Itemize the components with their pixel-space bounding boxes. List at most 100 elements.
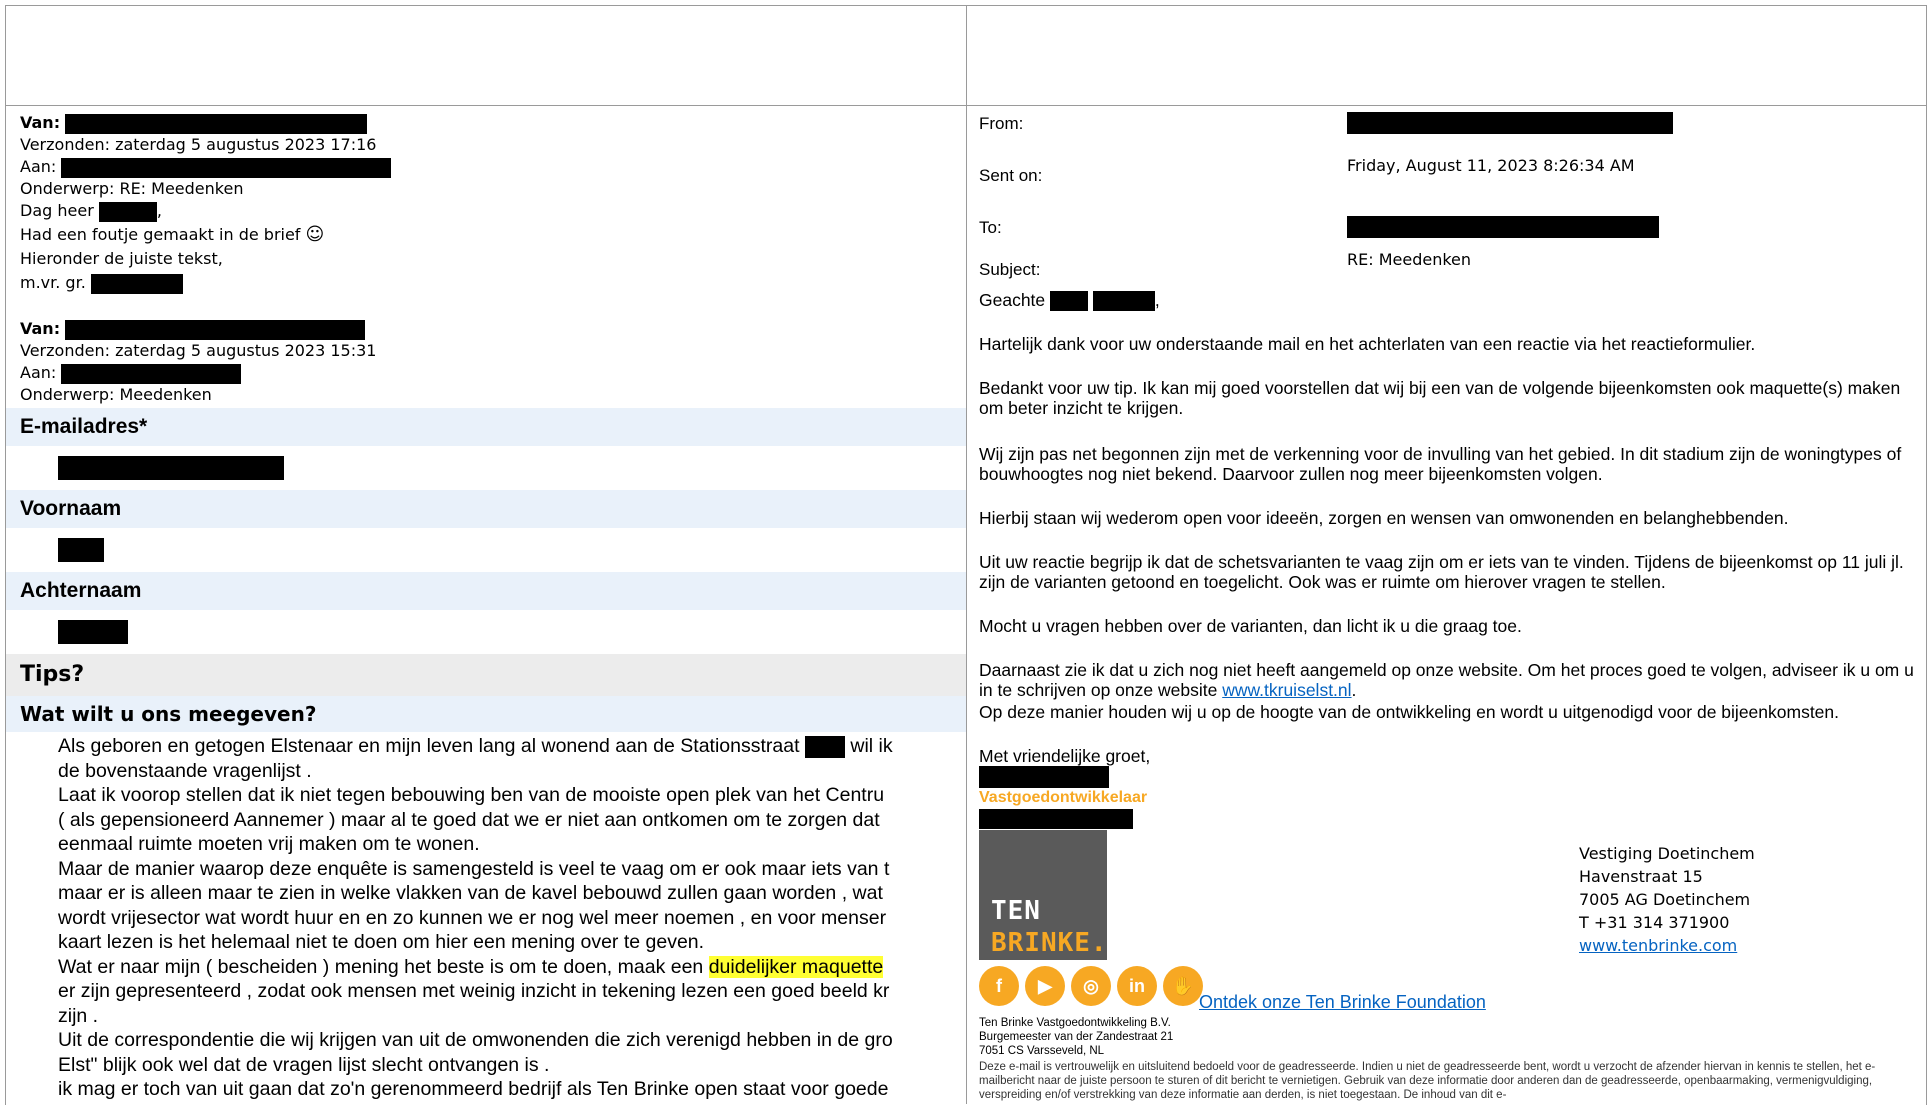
logo-text: BRINKE.: [991, 928, 1108, 958]
mail2-subject: Onderwerp: Meedenken: [20, 385, 212, 404]
paragraph: Mocht u vragen hebben over de varianten,…: [979, 616, 1522, 636]
paragraph: Daarnaast zie ik dat u zich nog niet hee…: [979, 660, 1919, 700]
redacted-signature: [90, 273, 183, 294]
firstname-label: Voornaam: [6, 490, 966, 528]
disclaimer: Deze e-mail is vertrouwelijk en uitsluit…: [979, 1061, 1876, 1101]
address-line: 7005 AG Doetinchem: [1579, 890, 1751, 909]
subject-label: Subject:: [979, 260, 1041, 279]
redacted-name: [98, 201, 157, 222]
mail1-sent: Verzonden: zaterdag 5 augustus 2023 17:1…: [20, 135, 377, 154]
paragraph: Hartelijk dank voor uw onderstaande mail…: [979, 334, 1756, 354]
right-column: From: Sent on: Friday, August 11, 2023 8…: [967, 106, 1927, 1104]
signature-extra: [979, 808, 1133, 829]
office-address: Vestiging Doetinchem Havenstraat 15 7005…: [1579, 842, 1755, 957]
redacted-recipient: [1347, 216, 1659, 238]
comment-line-part: wil ik: [850, 735, 893, 757]
mail1-subject: Onderwerp: RE: Meedenken: [20, 179, 244, 198]
redacted-email: [58, 456, 284, 480]
comment-line: Uit de correspondentie die wij krijgen v…: [58, 1029, 893, 1051]
salutation: Geachte ,: [979, 290, 1160, 312]
comment-line: Laat ik voorop stellen dat ik niet tegen…: [58, 784, 885, 806]
from-label: Van:: [20, 113, 61, 132]
company-line: 7051 CS Varsseveld, NL: [979, 1045, 1105, 1057]
to-label: Aan:: [20, 157, 57, 176]
role-title: Vastgoedontwikkelaar: [979, 789, 1148, 806]
facebook-icon[interactable]: f: [979, 966, 1019, 1006]
subject-value: RE: Meedenken: [1347, 250, 1472, 269]
redacted-sender: [1347, 112, 1673, 134]
paragraph: Hierbij staan wij wederom open voor idee…: [979, 508, 1789, 528]
wink-emoji-icon: ☺: [305, 224, 325, 245]
comment-line: Maar de manier waarop deze enquête is sa…: [58, 857, 890, 880]
paragraph-text: Daarnaast zie ik dat u zich nog niet hee…: [979, 660, 1914, 700]
tips-heading: Tips?: [6, 654, 966, 696]
firstname-value: [58, 538, 104, 562]
from-label: From:: [979, 114, 1024, 133]
logo-text: TEN: [991, 896, 1041, 926]
ten-brinke-logo: TEN BRINKE.: [979, 830, 1107, 960]
foundation-link[interactable]: Ontdek onze Ten Brinke Foundation: [1199, 992, 1486, 1013]
comment-line-part: Wat er naar mijn ( bescheiden ) mening h…: [58, 955, 704, 978]
address-line: Vestiging Doetinchem: [1579, 844, 1755, 863]
email-label: E-mailadres*: [6, 408, 966, 446]
sent-label: Sent on:: [979, 166, 1043, 185]
to-value: [1347, 216, 1659, 238]
from-label: Van:: [20, 319, 61, 338]
mail1-closing: m.vr. gr.: [20, 272, 183, 294]
mail1-from: Van:: [20, 112, 368, 134]
comment-line-part: Als geboren en getogen Elstenaar en mijn…: [58, 735, 800, 757]
company-line: Ten Brinke Vastgoedontwikkeling B.V.: [979, 1017, 1171, 1029]
email-value: [58, 456, 284, 480]
website-link[interactable]: www.tkruiselst.nl: [1222, 680, 1351, 700]
highlighted-text: duidelijker maquette: [708, 955, 884, 978]
redacted-sender: [65, 319, 366, 340]
to-label: To:: [979, 218, 1002, 237]
question-label: Wat wilt u ons meegeven?: [6, 696, 966, 732]
line1-text: Had een foutje gemaakt in de brief: [20, 225, 301, 244]
company-line: Burgemeester van der Zandestraat 21: [979, 1031, 1174, 1043]
redacted-lastname: [58, 620, 128, 644]
paragraph: Op deze manier houden wij u op de hoogte…: [979, 702, 1840, 722]
closing-text: m.vr. gr.: [20, 273, 86, 292]
paragraph: Uit uw reactie begrijp ik dat de schetsv…: [979, 552, 1904, 592]
instagram-icon[interactable]: ◎: [1071, 966, 1111, 1006]
sent-value: Friday, August 11, 2023 8:26:34 AM: [1347, 156, 1635, 175]
signature-name: [979, 766, 1109, 788]
youtube-icon[interactable]: ▶: [1025, 966, 1065, 1006]
comment-line: ik mag er toch van uit gaan dat zo'n ger…: [58, 1078, 889, 1100]
mail2-from: Van:: [20, 318, 366, 340]
from-value: [1347, 112, 1673, 134]
redacted-recipient: [61, 157, 392, 178]
comment-line: eenmaal ruimte moeten vrij maken om te w…: [58, 833, 480, 855]
regards: Met vriendelijke groet,: [979, 746, 1151, 766]
greeting-text: Dag heer: [20, 201, 94, 220]
foundation-icon[interactable]: ✋: [1163, 966, 1203, 1006]
to-label: Aan:: [20, 363, 57, 382]
lastname-label: Achternaam: [6, 572, 966, 610]
comment-line: ( als gepensioneerd Aannemer ) maar al t…: [58, 808, 880, 831]
mail2-to: Aan:: [20, 362, 242, 384]
redacted-contact: [979, 808, 1133, 829]
redacted-firstname: [58, 538, 104, 562]
redacted-recipient: [61, 363, 242, 384]
redacted-sender: [65, 113, 368, 134]
redacted-title: [1050, 291, 1089, 312]
comment-line: Als geboren en getogen Elstenaar en mijn…: [58, 734, 958, 759]
comment-line: maar er is alleen maar te zien in welke …: [58, 882, 883, 904]
comment-line: zijn .: [58, 1004, 99, 1027]
comment-line: de bovenstaande vragenlijst .: [58, 759, 312, 782]
paragraph: Wij zijn pas net begonnen zijn met de ve…: [979, 444, 1902, 484]
phone: T +31 314 371900: [1579, 913, 1730, 932]
redacted-signature: [979, 766, 1109, 788]
linkedin-icon[interactable]: in: [1117, 966, 1157, 1006]
comment-line: Wat er naar mijn ( bescheiden ) mening h…: [58, 955, 958, 980]
paragraph: Bedankt voor uw tip. Ik kan mij goed voo…: [979, 378, 1901, 418]
lastname-value: [58, 620, 128, 644]
comment-line: er zijn gepresenteerd , zodat ook mensen…: [58, 980, 890, 1002]
comment-line: Elst" blijk ook wel dat de vragen lijst …: [58, 1053, 550, 1076]
paragraph-text: .: [1351, 680, 1357, 700]
website-link[interactable]: www.tenbrinke.com: [1579, 934, 1755, 957]
left-column: Van: Verzonden: zaterdag 5 augustus 2023…: [6, 106, 966, 1104]
mail1-to: Aan:: [20, 156, 392, 178]
company-details: Ten Brinke Vastgoedontwikkeling B.V. Bur…: [979, 1016, 1173, 1058]
